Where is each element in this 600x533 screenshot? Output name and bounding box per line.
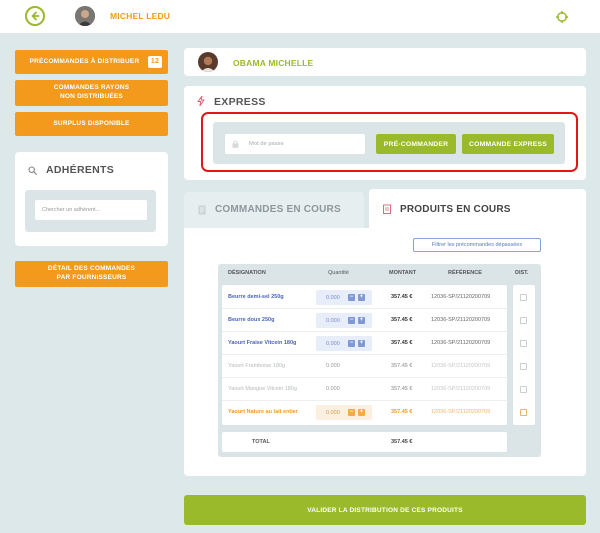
express-title: EXPRESS xyxy=(214,96,266,108)
minus-icon[interactable]: − xyxy=(348,340,355,347)
preorders-to-distribute-button[interactable]: PRÉCOMMANDES À DISTRIBUER 12 xyxy=(15,50,168,74)
supplier-orders-label-line1: DÉTAIL DES COMMANDES xyxy=(47,265,136,273)
shelf-orders-label-line1: COMMANDES RAYONS xyxy=(53,84,130,92)
product-amount: 357.45 € xyxy=(391,294,413,300)
minus-icon[interactable]: − xyxy=(348,294,355,301)
current-user-name: MICHEL LEDU xyxy=(110,11,171,21)
table-row[interactable]: Yaourt Mangue Vitcein 180g 0.000 357.45 … xyxy=(222,378,507,401)
minus-icon[interactable]: − xyxy=(348,317,355,324)
quantity-value: 0.000 xyxy=(326,410,340,416)
quantity-value: 0.000 xyxy=(326,386,340,392)
crosshair-icon[interactable] xyxy=(556,10,568,23)
plus-icon[interactable]: + xyxy=(358,317,365,324)
total-label: TOTAL xyxy=(252,439,270,445)
preorders-label: PRÉCOMMANDES À DISTRIBUER xyxy=(29,57,140,65)
quantity-stepper[interactable]: 0.000 − + xyxy=(316,290,372,305)
shelf-orders-label-line2: NON DISTRIBUÉES xyxy=(60,93,123,100)
surplus-label: SURPLUS DISPONIBLE xyxy=(53,119,130,127)
table-row[interactable]: Yaourt Fraise Vitcein 180g 0.000 − + 357… xyxy=(222,332,507,355)
filter-expired-preorders-button[interactable]: Filtrer les précommandes dépassées xyxy=(413,238,541,252)
lightning-icon xyxy=(197,96,205,106)
total-amount: 357.45 € xyxy=(391,439,413,445)
dist-checkbox[interactable] xyxy=(520,363,527,370)
quantity-value: 0.000 xyxy=(326,318,340,324)
product-reference: 12036-SP/21120200709 xyxy=(431,386,491,392)
product-amount: 357.45 € xyxy=(391,363,413,369)
validate-distribution-button[interactable]: VALIDER LA DISTRIBUTION DE CES PRODUITS xyxy=(184,495,586,525)
table-row[interactable]: Yaourt Nature au lait entier 0.000 − + 3… xyxy=(222,401,507,424)
back-button[interactable] xyxy=(25,6,45,26)
quantity-stepper[interactable]: 0.000 − + xyxy=(316,405,372,420)
product-reference: 12036-SP/21120200709 xyxy=(431,363,491,369)
arrow-left-icon xyxy=(31,11,40,21)
undistributed-shelf-orders-button[interactable]: COMMANDES RAYONS NON DISTRIBUÉES xyxy=(15,80,168,106)
quantity-value: 0.000 xyxy=(326,295,340,301)
dist-checkbox[interactable] xyxy=(520,340,527,347)
product-amount: 357.45 € xyxy=(391,409,413,415)
product-name[interactable]: Yaourt Framboise 180g xyxy=(228,363,285,369)
product-name[interactable]: Beurre demi-sel 250g xyxy=(228,294,284,300)
table-row[interactable]: Beurre demi-sel 250g 0.000 − + 357.45 € … xyxy=(222,286,507,309)
quantity-value: 0.000 xyxy=(326,363,340,369)
supplier-orders-label-line2: PAR FOURNISSEURS xyxy=(56,274,127,281)
dist-checkbox[interactable] xyxy=(520,409,527,416)
product-reference: 12036-SP/21120200709 xyxy=(431,317,491,323)
product-reference: 12036-SP/21120200709 xyxy=(431,409,491,415)
table-row[interactable]: Yaourt Framboise 180g 0.000 357.45 € 120… xyxy=(222,355,507,378)
product-amount: 357.45 € xyxy=(391,340,413,346)
product-amount: 357.45 € xyxy=(391,386,413,392)
product-name[interactable]: Yaourt Nature au lait entier xyxy=(228,409,298,415)
member-avatar xyxy=(198,52,218,72)
highlight-outline xyxy=(201,112,578,172)
table-row[interactable]: Beurre doux 250g 0.000 − + 357.45 € 1203… xyxy=(222,309,507,332)
members-title: ADHÉRENTS xyxy=(46,164,115,176)
plus-icon[interactable]: + xyxy=(358,409,365,416)
product-name[interactable]: Beurre doux 250g xyxy=(228,317,274,323)
plus-icon[interactable]: + xyxy=(358,294,365,301)
quantity-value: 0.000 xyxy=(326,341,340,347)
product-reference: 12036-SP/21120200709 xyxy=(431,294,491,300)
product-name[interactable]: Yaourt Mangue Vitcein 180g xyxy=(228,386,297,392)
minus-icon[interactable]: − xyxy=(348,409,355,416)
dist-checkbox[interactable] xyxy=(520,386,527,393)
product-name[interactable]: Yaourt Fraise Vitcein 180g xyxy=(228,340,296,346)
column-header-designation: DÉSIGNATION xyxy=(228,270,266,276)
tab-orders-in-progress[interactable]: COMMANDES EN COURS xyxy=(184,192,364,228)
tab-products-label: PRODUITS EN COURS xyxy=(400,204,511,215)
dist-checkbox[interactable] xyxy=(520,294,527,301)
column-header-quantity: Quantité xyxy=(328,270,349,276)
quantity-stepper[interactable]: 0.000 − + xyxy=(316,313,372,328)
available-surplus-button[interactable]: SURPLUS DISPONIBLE xyxy=(15,112,168,136)
document-icon xyxy=(198,205,206,215)
quantity-stepper[interactable]: 0.000 − + xyxy=(316,336,372,351)
member-name: OBAMA MICHELLE xyxy=(233,58,314,68)
tab-products-in-progress[interactable]: PRODUITS EN COURS xyxy=(369,189,586,231)
plus-icon[interactable]: + xyxy=(358,340,365,347)
preorders-count-badge: 12 xyxy=(148,56,162,68)
tab-orders-label: COMMANDES EN COURS xyxy=(215,204,341,215)
member-search-input[interactable]: Chercher un adhérent... xyxy=(35,200,147,220)
column-header-amount: MONTANT xyxy=(389,270,417,276)
dist-checkbox[interactable] xyxy=(520,317,527,324)
supplier-order-details-button[interactable]: DÉTAIL DES COMMANDES PAR FOURNISSEURS xyxy=(15,261,168,287)
column-header-reference: RÉFÉRENCE xyxy=(448,270,482,276)
search-icon xyxy=(28,166,37,175)
user-avatar xyxy=(75,6,95,26)
clipboard-icon xyxy=(383,204,391,214)
dist-column xyxy=(513,285,535,425)
product-amount: 357.45 € xyxy=(391,317,413,323)
product-reference: 12036-SP/21120200709 xyxy=(431,340,491,346)
column-header-dist: DIST. xyxy=(515,270,529,276)
